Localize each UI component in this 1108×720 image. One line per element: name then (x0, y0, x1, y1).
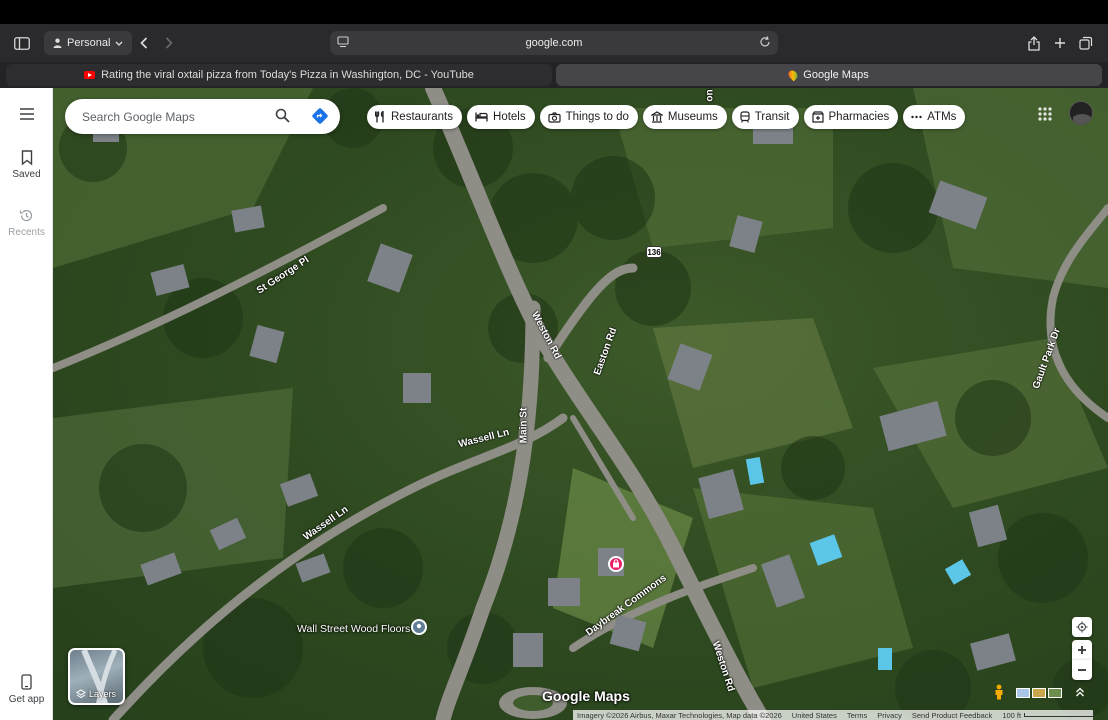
search-input[interactable] (82, 109, 262, 124)
train-icon (740, 111, 750, 123)
privacy-link[interactable]: Privacy (877, 711, 902, 720)
google-apps-icon[interactable] (1038, 107, 1052, 126)
account-avatar[interactable] (1069, 101, 1093, 125)
map-view-thumbnail[interactable] (1016, 688, 1030, 698)
terrain-thumbnail[interactable] (1032, 688, 1046, 698)
bookmark-icon (21, 150, 32, 165)
map-canvas[interactable]: St George Pl Weston Rd Easton Rd Main St… (53, 88, 1108, 720)
profile-button[interactable]: Personal (44, 31, 133, 55)
hamburger-menu-icon (19, 108, 34, 120)
forward-icon[interactable] (161, 32, 177, 54)
chip-label: Pharmacies (828, 111, 890, 123)
satellite-thumbnail[interactable] (1048, 688, 1062, 698)
poi-label[interactable]: Wall Street Wood Floors (297, 623, 410, 635)
crosshair-icon (1076, 621, 1088, 633)
reload-icon[interactable] (758, 35, 772, 52)
tab-title: Rating the viral oxtail pizza from Today… (101, 69, 474, 81)
search-box (65, 99, 340, 134)
tab-title: Google Maps (803, 69, 869, 81)
back-icon[interactable] (136, 32, 152, 54)
feedback-link[interactable]: Send Product Feedback (912, 711, 992, 720)
imagery-attribution: Imagery ©2026 Airbus, Maxar Technologies… (577, 710, 782, 720)
satellite-imagery (53, 88, 1108, 720)
person-icon (53, 38, 62, 48)
chip-label: Museums (667, 111, 718, 123)
chip-hotels[interactable]: Hotels (467, 105, 535, 129)
get-app-label: Get app (8, 694, 45, 705)
chip-label: Restaurants (391, 111, 454, 123)
saved-label: Saved (12, 169, 41, 180)
recents-button[interactable]: Recents (0, 208, 53, 238)
route-shield: 136 (646, 246, 662, 258)
url-text: google.com (525, 37, 583, 49)
atm-icon (911, 115, 922, 119)
terms-link[interactable]: Terms (847, 711, 867, 720)
chip-label: Things to do (565, 111, 629, 123)
google-maps-icon (786, 68, 800, 82)
pegman-icon[interactable] (993, 684, 1005, 705)
chip-label: ATMs (927, 111, 957, 123)
scale-bar[interactable]: 100 ft (1002, 710, 1095, 720)
tab-youtube[interactable]: Rating the viral oxtail pizza from Today… (6, 64, 552, 86)
menu-button[interactable] (0, 108, 53, 124)
address-bar[interactable]: google.com (330, 31, 778, 55)
browser-toolbar: Personal google.com (0, 24, 1108, 62)
share-icon[interactable] (1025, 32, 1043, 54)
layers-icon (76, 689, 86, 699)
tab-google-maps[interactable]: Google Maps (556, 64, 1102, 86)
shopping-poi-marker[interactable] (608, 556, 624, 572)
bed-icon (475, 112, 488, 122)
recents-label: Recents (8, 227, 45, 238)
google-maps-logo: Google Maps (542, 688, 630, 704)
chip-things-to-do[interactable]: Things to do (539, 105, 638, 129)
chip-restaurants[interactable]: Restaurants (367, 105, 463, 129)
bag-icon (613, 559, 619, 568)
tab-bar: Rating the viral oxtail pizza from Today… (0, 62, 1108, 88)
new-tab-icon[interactable] (1051, 32, 1069, 54)
scale-ruler (1024, 713, 1095, 717)
profile-label: Personal (67, 37, 111, 49)
maps-side-rail: Saved Recents Get app (0, 88, 53, 720)
museum-icon (650, 111, 663, 123)
search-icon[interactable] (275, 108, 290, 128)
youtube-icon (84, 71, 96, 79)
imagery-thumbnails[interactable] (1016, 688, 1062, 698)
chip-pharmacies[interactable]: Pharmacies (803, 105, 899, 129)
chip-museums[interactable]: Museums (642, 105, 727, 129)
saved-button[interactable]: Saved (0, 150, 53, 180)
sidebar-toggle-icon[interactable] (12, 32, 32, 54)
menu-bar-strip (0, 0, 1108, 24)
road-label-main: Main St (518, 407, 530, 444)
fork-knife-icon (375, 111, 384, 123)
pharmacy-icon (811, 111, 824, 123)
zoom-out-button[interactable] (1072, 660, 1092, 680)
chip-label: Transit (754, 111, 790, 123)
zoom-in-button[interactable] (1072, 640, 1092, 660)
chip-atms[interactable]: ATMs (903, 105, 966, 129)
layers-label: Layers (89, 689, 117, 699)
phone-icon (21, 674, 32, 690)
minus-icon (1078, 669, 1086, 671)
plus-icon (1078, 646, 1086, 654)
history-icon (19, 209, 33, 222)
chip-label: Hotels (493, 111, 526, 123)
place-marker-icon[interactable] (411, 619, 427, 635)
my-location-button[interactable] (1072, 617, 1092, 637)
layers-button[interactable]: Layers (68, 648, 125, 705)
get-app-button[interactable]: Get app (0, 674, 53, 705)
tab-overview-icon[interactable] (1077, 32, 1095, 54)
directions-icon[interactable] (311, 107, 329, 130)
road-label-clipped: on (704, 89, 716, 102)
attribution-bar: Imagery ©2026 Airbus, Maxar Technologies… (573, 710, 1095, 720)
region-link[interactable]: United States (792, 711, 837, 720)
page-settings-icon[interactable] (336, 35, 350, 52)
scale-label: 100 ft (1002, 710, 1022, 720)
chevron-down-icon (115, 41, 123, 46)
chip-transit[interactable]: Transit (731, 105, 799, 129)
expand-up-icon[interactable] (1075, 686, 1085, 700)
camera-icon (548, 111, 561, 123)
category-chips: Restaurants Hotels Things to do Museums … (367, 105, 966, 129)
